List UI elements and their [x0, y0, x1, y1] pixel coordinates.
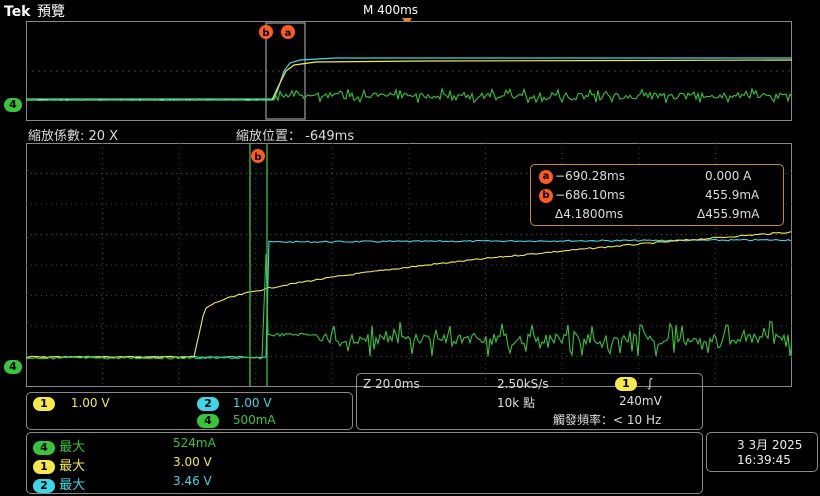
- trigger-source[interactable]: 1 ∫: [615, 376, 653, 391]
- meas-ch2-label: 最大: [59, 478, 86, 493]
- trigger-level: 240mV: [619, 394, 662, 408]
- ch1-scale-value: 1.00 V: [70, 396, 110, 410]
- cursor-a-value: 0.000 A: [705, 169, 752, 183]
- meas-ch4-badge: 4: [33, 441, 55, 455]
- cursor-b-time: −686.10ms: [555, 188, 625, 202]
- ch4-scale-value: 500mA: [232, 413, 276, 427]
- channel-scale-panel[interactable]: 1 1.00 V 2 1.00 V 4 500mA: [26, 392, 353, 430]
- acquisition-trigger-panel[interactable]: Z 20.0ms 2.50kS/s 1 ∫ 10k 點 240mV 觸發頻率：<…: [356, 373, 703, 430]
- sample-rate: 2.50kS/s: [497, 377, 549, 391]
- measurement-row[interactable]: 1 最大 3.00 V: [33, 455, 212, 474]
- cursor-readout-panel[interactable]: a −690.28ms 0.000 A b −686.10ms 455.9mA …: [530, 164, 784, 226]
- cursor-b-readout: b −686.10ms: [539, 188, 625, 203]
- ch2-badge: 2: [197, 397, 219, 411]
- cursor-a-icon: a: [539, 170, 553, 184]
- overview-waveform-panel[interactable]: b a: [26, 21, 792, 121]
- cursor-b-value: 455.9mA: [705, 188, 760, 202]
- ch1-scale[interactable]: 1 1.00 V: [33, 396, 110, 411]
- overview-cursor-a-label: a: [285, 28, 292, 39]
- cursor-a-time: −690.28ms: [555, 169, 625, 183]
- brand-logo: Tek: [4, 4, 31, 20]
- zoom-position-value: -649ms: [305, 129, 355, 144]
- zoom-position-label: 縮放位置：: [236, 129, 302, 144]
- ch1-badge: 1: [33, 397, 55, 411]
- ch4-scale[interactable]: 4 500mA: [197, 413, 276, 428]
- zoom-position: 縮放位置： -649ms: [236, 125, 354, 144]
- cursor-delta-value: Δ455.9mA: [697, 207, 760, 221]
- measurements-panel[interactable]: 4 最大 524mA 1 最大 3.00 V 2 最大 3.46 V: [26, 432, 703, 494]
- meas-ch1-value: 3.00 V: [173, 455, 212, 469]
- overview-cursor-b-label: b: [262, 28, 269, 39]
- overview-ch4-ground-marker[interactable]: 4: [4, 93, 22, 112]
- zoom-factor-label: 縮放係數: 20 X: [28, 129, 119, 144]
- measurement-row[interactable]: 4 最大 524mA: [33, 436, 216, 455]
- measurement-row[interactable]: 2 最大 3.46 V: [33, 474, 212, 493]
- meas-ch2-value: 3.46 V: [173, 474, 212, 488]
- record-length: 10k 點: [497, 396, 536, 410]
- meas-ch4-label: 最大: [59, 440, 86, 455]
- ch4-badge: 4: [197, 414, 219, 428]
- date-label: 3 3月 2025: [737, 438, 803, 452]
- trigger-slope-icon: ∫: [646, 376, 654, 390]
- main-ch4-ground-marker[interactable]: 4: [4, 355, 22, 374]
- cursor-b-icon: b: [539, 189, 553, 203]
- meas-ch2-badge: 2: [33, 479, 55, 493]
- time-label: 16:39:45: [737, 453, 791, 467]
- trigger-channel-badge: 1: [615, 377, 637, 391]
- datetime-panel: 3 3月 2025 16:39:45: [706, 432, 818, 472]
- ch2-scale[interactable]: 2 1.00 V: [197, 396, 272, 411]
- timebase-label: M 400ms: [363, 3, 419, 17]
- acquisition-mode: 預覽: [36, 4, 65, 20]
- trigger-frequency: 觸發頻率：< 10 Hz: [553, 413, 662, 427]
- cursor-delta-time: Δ4.1800ms: [555, 207, 624, 221]
- cursor-b-marker-label: b: [254, 152, 261, 163]
- cursor-a-readout: a −690.28ms: [539, 169, 625, 184]
- meas-ch1-label: 最大: [59, 459, 86, 474]
- meas-ch1-badge: 1: [33, 460, 55, 474]
- zoom-time-per-div: Z 20.0ms: [363, 377, 420, 391]
- header: Tek 預覽: [4, 1, 65, 21]
- meas-ch4-value: 524mA: [173, 436, 216, 450]
- ch2-scale-value: 1.00 V: [232, 396, 272, 410]
